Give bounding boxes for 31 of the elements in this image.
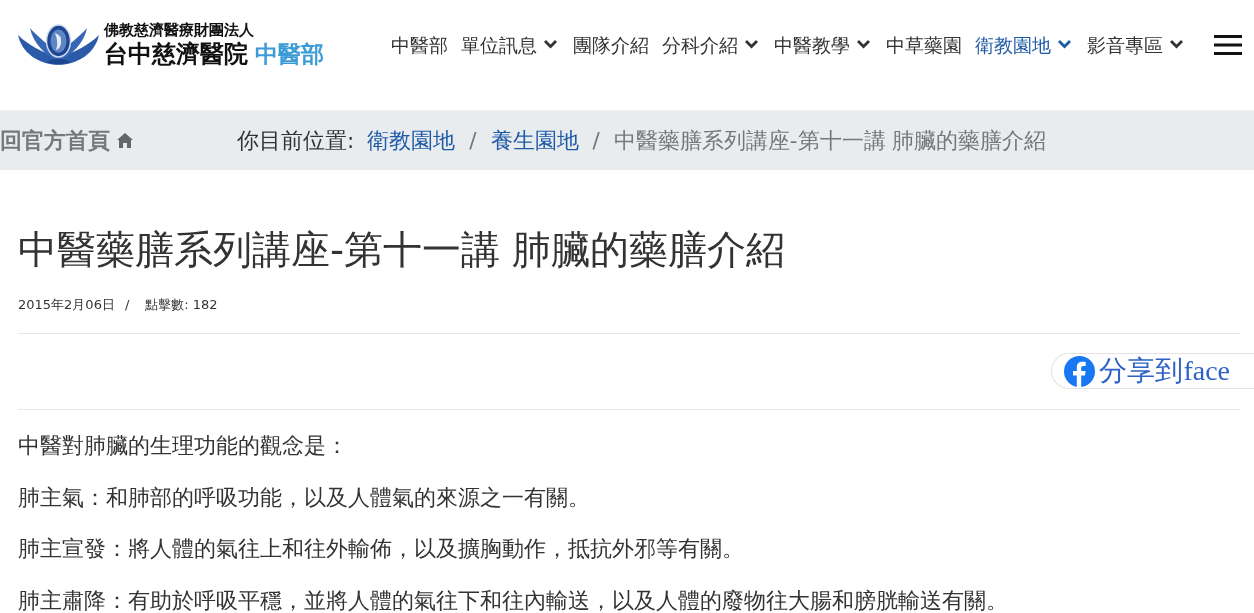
article-paragraph: 肺主氣：和肺部的呼吸功能，以及人體氣的來源之一有關。 [18, 485, 591, 510]
nav-link[interactable]: 單位訊息 [461, 32, 560, 57]
breadcrumb-current: 中醫藥膳系列講座-第十一講 肺臟的藥膳介紹 [613, 127, 1047, 154]
facebook-icon [1064, 355, 1096, 387]
nav-link[interactable]: 中醫部 [391, 32, 448, 57]
logo-department: 中醫部 [255, 40, 324, 68]
nav-link[interactable]: 影音專區 [1087, 32, 1186, 57]
share-button[interactable]: 分享到face [1051, 353, 1254, 389]
logo-title: 台中慈濟醫院 [104, 40, 248, 68]
article-title: 中醫藥膳系列講座-第十一講 肺臟的藥膳介紹 [18, 227, 787, 273]
nav-link[interactable]: 分科介紹 [662, 32, 761, 57]
article-paragraph: 肺主宣發：將人體的氣往上和往外輸佈，以及擴胸動作，抵抗外邪等有關。 [18, 537, 745, 562]
nav-link[interactable]: 中醫教學 [774, 32, 873, 57]
home-icon [117, 133, 133, 148]
article-paragraph: 中醫對肺臟的生理功能的觀念是： [18, 434, 349, 458]
article-paragraph: 肺主肅降：有助於呼吸平穩，並將人體的氣往下和往內輸送，以及人體的廢物往大腸和膀胱輸送有關。 [18, 589, 1009, 613]
breadcrumb-label: 你目前位置: [237, 127, 355, 154]
nav-link[interactable]: 衛教園地 [975, 32, 1074, 57]
home-link[interactable]: 回官方首頁 [0, 127, 133, 154]
breadcrumb-separator: / [469, 127, 477, 154]
meta-separator: / [124, 296, 130, 314]
article-date: 2015年2月06日 [18, 296, 115, 314]
breadcrumb-separator: / [592, 127, 600, 154]
menu-icon[interactable] [1214, 34, 1242, 55]
logo-subtitle: 佛教慈濟醫療財團法人 [104, 21, 255, 40]
nav-link[interactable]: 團隊介紹 [573, 32, 649, 57]
lotus-logo-icon [18, 23, 99, 66]
breadcrumb-link[interactable]: 衛教園地 [367, 127, 456, 154]
breadcrumb-link[interactable]: 養生園地 [490, 127, 579, 154]
hit-count: 點擊數: 182 [145, 296, 218, 314]
nav-link[interactable]: 中草藥園 [886, 32, 962, 57]
